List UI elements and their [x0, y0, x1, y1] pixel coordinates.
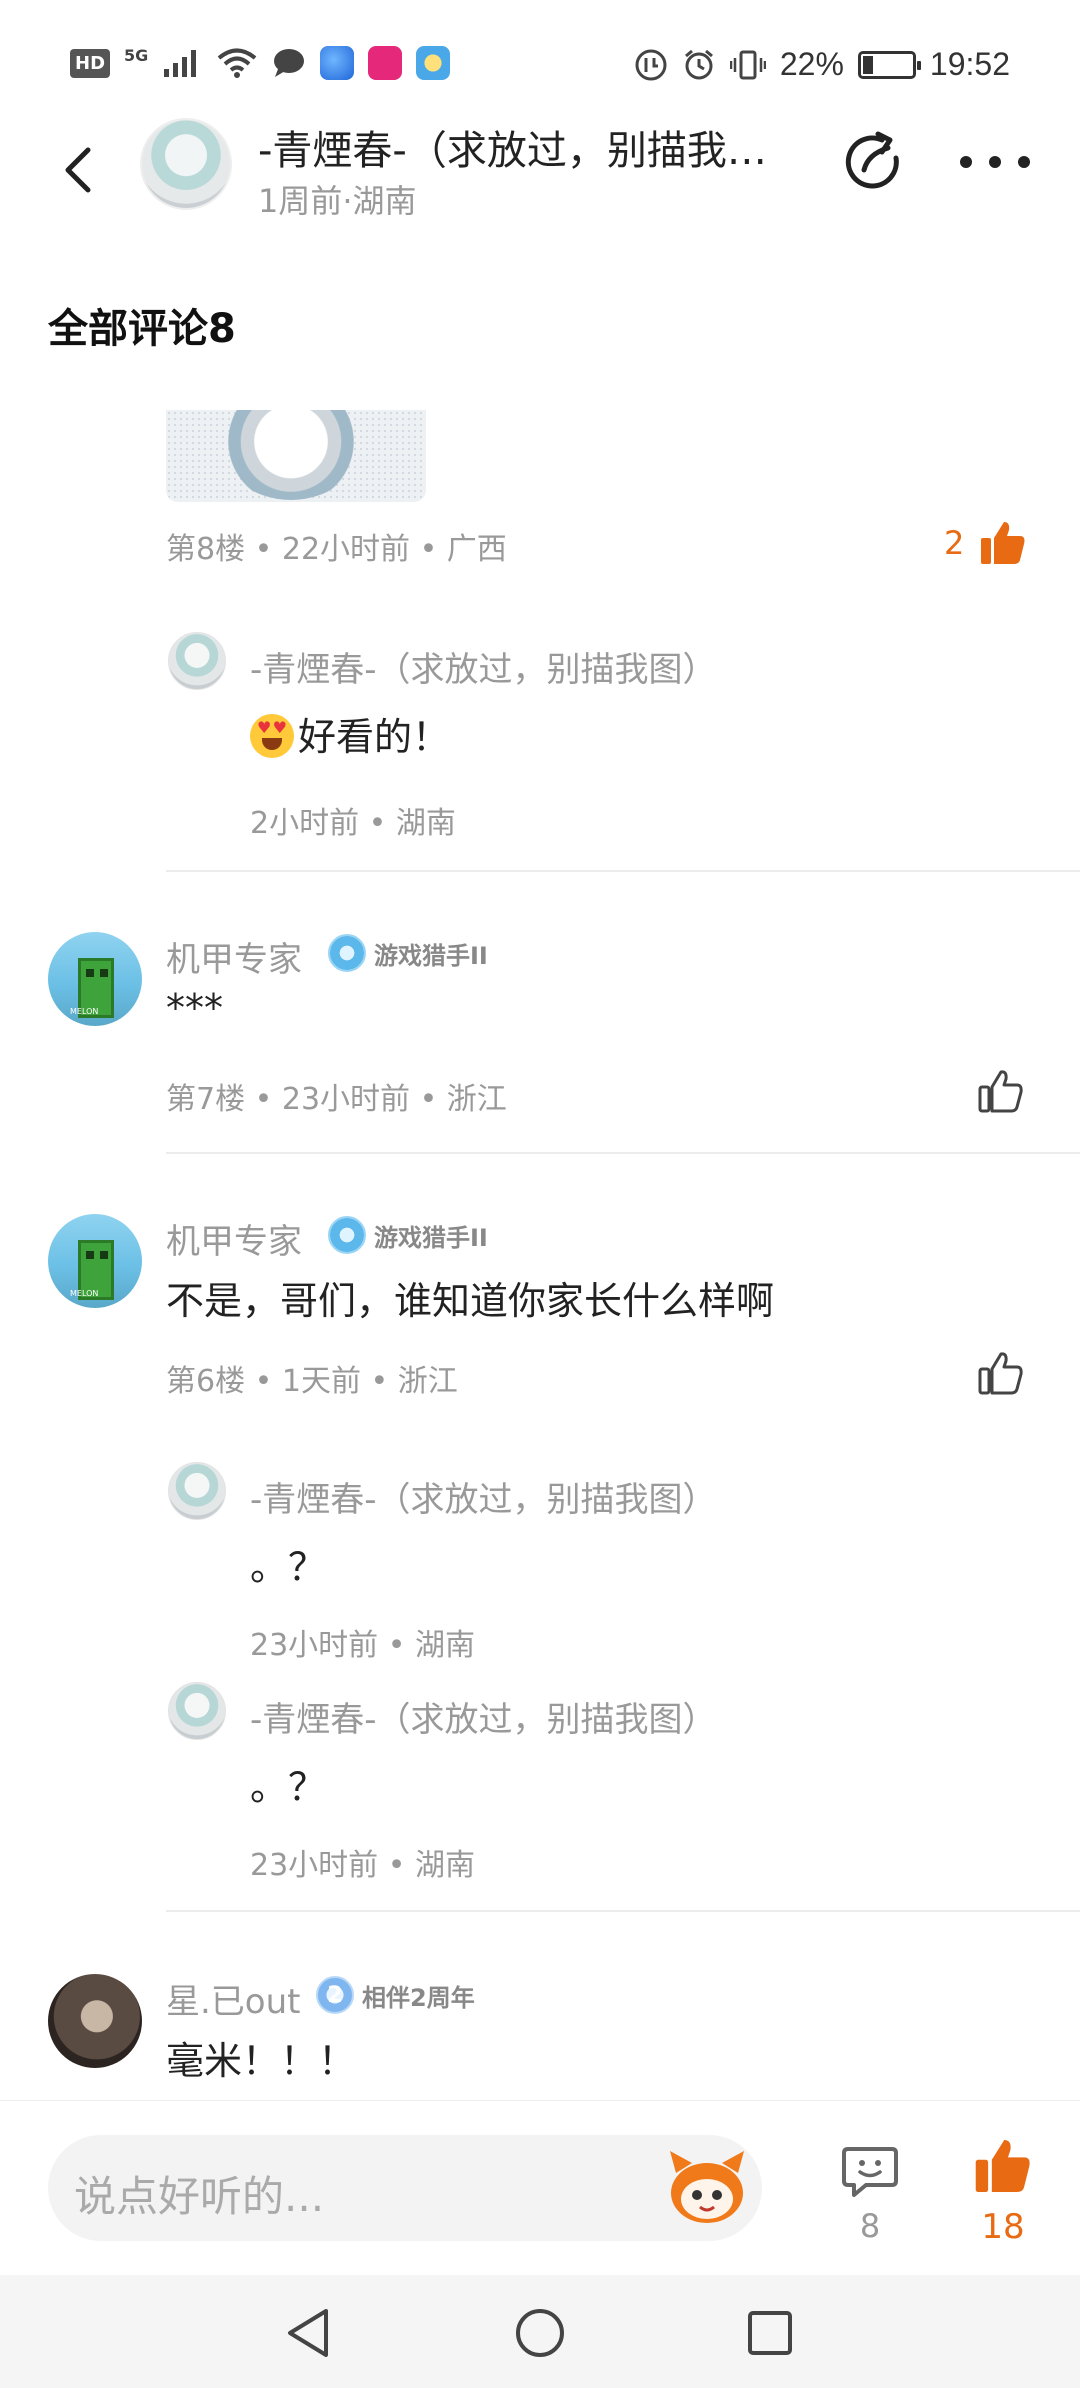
signal-icon	[164, 50, 197, 77]
comment-meta: 第6楼 • 1天前 • 浙江	[166, 1364, 458, 1399]
reply-author-name[interactable]: -青煙春-（求放过，别描我图）	[250, 1472, 717, 1521]
badge-label: 游戏猎手II	[374, 1223, 488, 1252]
badge-label: 相伴2周年	[362, 1983, 475, 2012]
battery-percent: 22%	[779, 46, 844, 82]
reply-avatar[interactable]	[168, 1682, 226, 1740]
thumbs-up-filled-icon[interactable]	[978, 518, 1028, 568]
hd-indicator: HD	[70, 48, 111, 78]
comment-count: 8	[859, 2207, 881, 2245]
app-notification-icon	[368, 46, 403, 80]
badge-label: 游戏猎手II	[374, 941, 488, 970]
like-count: 18	[981, 2207, 1025, 2247]
commenter-avatar[interactable]	[48, 1974, 142, 2068]
user-badge[interactable]: 游戏猎手II	[328, 934, 488, 972]
comments-section-title: 全部评论8	[48, 306, 236, 352]
author-name[interactable]: -青煙春-（求放过，别描我…	[258, 118, 798, 176]
post-time-location: 1周前·湖南	[258, 182, 417, 220]
battery-icon	[857, 50, 921, 79]
app-notification-icon	[320, 46, 355, 80]
like-count: 2	[944, 524, 965, 562]
reply-text: 好看的！	[298, 715, 451, 759]
app-notification-icon	[416, 46, 451, 80]
commenter-name[interactable]: 机甲专家	[166, 932, 302, 981]
commenter-name[interactable]: 机甲专家	[166, 1214, 302, 1263]
user-badge[interactable]: 游戏猎手II	[328, 1216, 488, 1254]
anniversary-medal-icon: 2	[316, 1976, 354, 2014]
comment-meta: 第7楼 • 23小时前 • 浙江	[166, 1082, 507, 1117]
author-avatar[interactable]	[140, 118, 232, 210]
nav-back-icon[interactable]	[280, 2303, 340, 2363]
comment-text: 毫米！！！	[166, 2039, 357, 2083]
more-options-icon[interactable]	[960, 140, 1030, 184]
comment-text: 不是，哥们，谁知道你家长什么样啊	[166, 1279, 775, 1323]
reply-author-name[interactable]: -青煙春-（求放过，别描我图）	[250, 1692, 717, 1741]
message-icon	[274, 49, 305, 77]
comment-icon[interactable]	[840, 2141, 900, 2201]
nav-recents-icon[interactable]	[740, 2303, 800, 2363]
heart-eyes-emoji-icon	[250, 714, 294, 758]
reply-meta: 23小时前 • 湖南	[250, 1848, 475, 1883]
mascot-emoji-icon[interactable]	[662, 2143, 752, 2233]
reply-avatar[interactable]	[168, 632, 226, 690]
system-nav-bar	[0, 2275, 1080, 2388]
bottom-action-bar: 说点好听的... 8 18	[0, 2100, 1080, 2275]
comment-input[interactable]: 说点好听的...	[48, 2135, 762, 2241]
reply-author-name[interactable]: -青煙春-（求放过，别描我图）	[250, 642, 717, 691]
reply-text: 。？	[250, 1765, 327, 1809]
top-header: -青煙春-（求放过，别描我… 1周前·湖南	[0, 110, 1080, 230]
game-hunter-medal-icon	[328, 934, 366, 972]
game-hunter-medal-icon	[328, 1216, 366, 1254]
status-right: 22% 19:52	[634, 46, 1010, 83]
divider	[166, 1152, 1080, 1154]
comment-text: ***	[166, 986, 223, 1030]
thumbs-up-filled-icon[interactable]	[972, 2135, 1034, 2197]
back-arrow-icon[interactable]	[50, 140, 110, 200]
alarm-icon	[684, 49, 713, 79]
reply-meta: 2小时前 • 湖南	[250, 806, 456, 841]
share-icon[interactable]	[842, 130, 908, 196]
network-type: 5G	[124, 46, 149, 65]
reply-text-row: 好看的！	[250, 706, 450, 761]
commenter-avatar[interactable]: MELON	[48, 932, 142, 1026]
data-saver-icon	[635, 49, 667, 80]
comment-meta: 第8楼 • 22小时前 • 广西	[166, 532, 507, 567]
vibrate-icon	[729, 50, 766, 79]
thumbs-up-icon[interactable]	[976, 1348, 1026, 1398]
reply-avatar[interactable]	[168, 1462, 226, 1520]
status-left: HD 5G	[70, 46, 451, 80]
reply-meta: 23小时前 • 湖南	[250, 1628, 475, 1663]
commenter-name[interactable]: 星.已out	[166, 1974, 301, 2023]
commenter-avatar[interactable]: MELON	[48, 1214, 142, 1308]
comment-input-placeholder: 说点好听的...	[74, 2172, 325, 2221]
wifi-icon	[218, 48, 257, 78]
divider	[166, 1910, 1080, 1912]
comment-image[interactable]	[166, 410, 426, 502]
user-badge[interactable]: 2 相伴2周年	[316, 1976, 475, 2014]
nav-home-icon[interactable]	[510, 2303, 570, 2363]
thumbs-up-icon[interactable]	[976, 1066, 1026, 1116]
reply-text: 。？	[250, 1545, 327, 1589]
divider	[166, 870, 1080, 872]
clock: 19:52	[929, 46, 1010, 82]
